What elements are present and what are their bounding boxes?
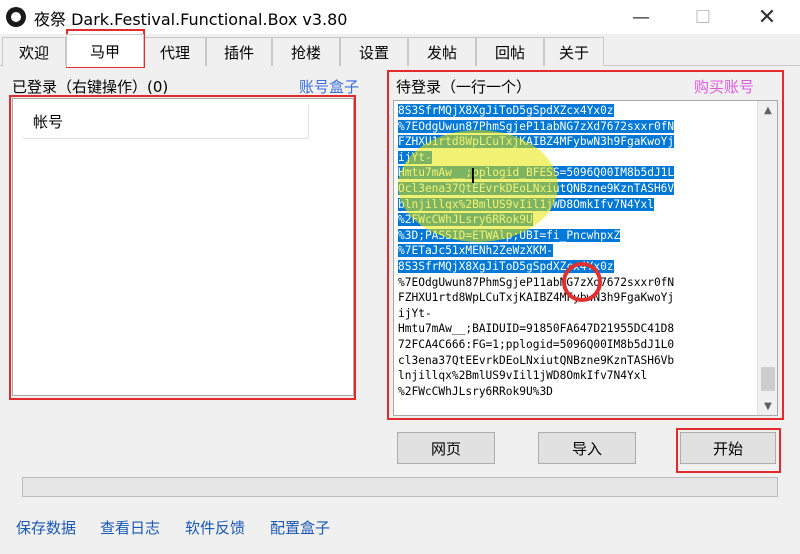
line-text: ijYt- [398, 306, 432, 320]
line-text: FZHXU1rtd8WpLCuTxjKAIBZ4MFybwN3h9FgaKwoY… [398, 291, 675, 305]
buy-account-link[interactable]: 购买账号 [694, 76, 754, 97]
textarea-scrollbar[interactable]: ▲ ▼ [757, 101, 777, 415]
line-text: cl3ena37QtEEvrkDEoLNxiutQNBzne9KznTASH6V… [398, 353, 675, 367]
tab-bar: 欢迎 马甲 代理 插件 抢楼 设置 发帖 回帖 关于 [0, 34, 800, 67]
web-button[interactable]: 网页 [397, 432, 495, 464]
text-line: 72FCA4C666:FG=1;pplogid=5096Q00IM8b5dJ1L… [398, 337, 754, 353]
selected-text: %7EOdgUwun87PhmSgjeP11abNG7zXd7672sxxr0f… [398, 119, 675, 133]
save-data-link[interactable]: 保存数据 [16, 517, 76, 538]
cursor-highlight [398, 130, 558, 242]
click-indicator [562, 262, 602, 302]
maximize-button[interactable]: ☐ [680, 0, 726, 34]
logged-in-label: 已登录（右键操作）(0) [12, 78, 169, 96]
line-text: %7EOdgUwun87PhmSgjeP11abNG7zXd7672sxxr0f… [398, 275, 675, 289]
window-title: 夜祭 Dark.Festival.Functional.Box v3.80 [34, 10, 348, 29]
logged-in-account-list[interactable]: 帐号 [12, 98, 354, 396]
tab-about[interactable]: 关于 [544, 37, 604, 66]
text-line: Hmtu7mAw__;BAIDUID=91850FA647D21955DC41D… [398, 321, 754, 337]
tab-post[interactable]: 发帖 [408, 37, 476, 66]
scroll-down-icon[interactable]: ▼ [758, 397, 777, 415]
view-log-link[interactable]: 查看日志 [100, 517, 160, 538]
account-box-link[interactable]: 账号盒子 [299, 76, 359, 97]
config-box-link[interactable]: 配置盒子 [270, 517, 330, 538]
tab-reply[interactable]: 回帖 [476, 37, 544, 66]
minimize-button[interactable]: — [618, 0, 664, 34]
text-line: %7EOdgUwun87PhmSgjeP11abNG7zXd7672sxxr0f… [398, 119, 754, 135]
tab-welcome[interactable]: 欢迎 [2, 37, 66, 66]
line-text: Hmtu7mAw__;BAIDUID=91850FA647D21955DC41D… [398, 322, 675, 336]
line-text: 72FCA4C666:FG=1;pplogid=5096Q00IM8b5dJ1L… [398, 337, 675, 351]
tab-grab-floor[interactable]: 抢楼 [272, 37, 340, 66]
text-line: %2FWcCWhJLsry6RRok9U%3D [398, 384, 754, 400]
text-line: ijYt- [398, 306, 754, 322]
selected-text: %7ETaJc51xMENh2ZeWzXKM- [398, 244, 553, 258]
import-button[interactable]: 导入 [538, 432, 636, 464]
close-button[interactable]: ✕ [744, 0, 790, 34]
feedback-link[interactable]: 软件反馈 [185, 517, 245, 538]
tab-plugins[interactable]: 插件 [206, 37, 272, 66]
text-cursor-icon: I [470, 164, 476, 188]
pending-login-label: 待登录（一行一个） [396, 78, 532, 96]
title-bar: 夜祭 Dark.Festival.Functional.Box v3.80 — … [0, 0, 800, 34]
start-button[interactable]: 开始 [680, 432, 776, 464]
text-line: cl3ena37QtEEvrkDEoLNxiutQNBzne9KznTASH6V… [398, 353, 754, 369]
text-line: %7ETaJc51xMENh2ZeWzXKM- [398, 243, 754, 259]
tab-vest[interactable]: 马甲 [66, 34, 144, 67]
text-line: 8S3SfrMQjX8XgJiToD5gSpdXZcx4Yx0z [398, 103, 754, 119]
text-line: lnjillqx%2BmlUS9vIil1jWD8OmkIfv7N4Yxl [398, 368, 754, 384]
tab-settings[interactable]: 设置 [340, 37, 408, 66]
line-text: lnjillqx%2BmlUS9vIil1jWD8OmkIfv7N4Yxl [398, 369, 648, 383]
progress-bar [22, 477, 778, 497]
account-column-header[interactable]: 帐号 [23, 105, 309, 139]
line-text: %2FWcCWhJLsry6RRok9U%3D [398, 384, 553, 398]
scroll-thumb[interactable] [761, 367, 775, 391]
tab-proxy[interactable]: 代理 [144, 37, 206, 66]
selected-text: 8S3SfrMQjX8XgJiToD5gSpdXZcx4Yx0z [398, 104, 614, 117]
scroll-up-icon[interactable]: ▲ [758, 101, 777, 119]
app-logo-icon [6, 7, 26, 27]
